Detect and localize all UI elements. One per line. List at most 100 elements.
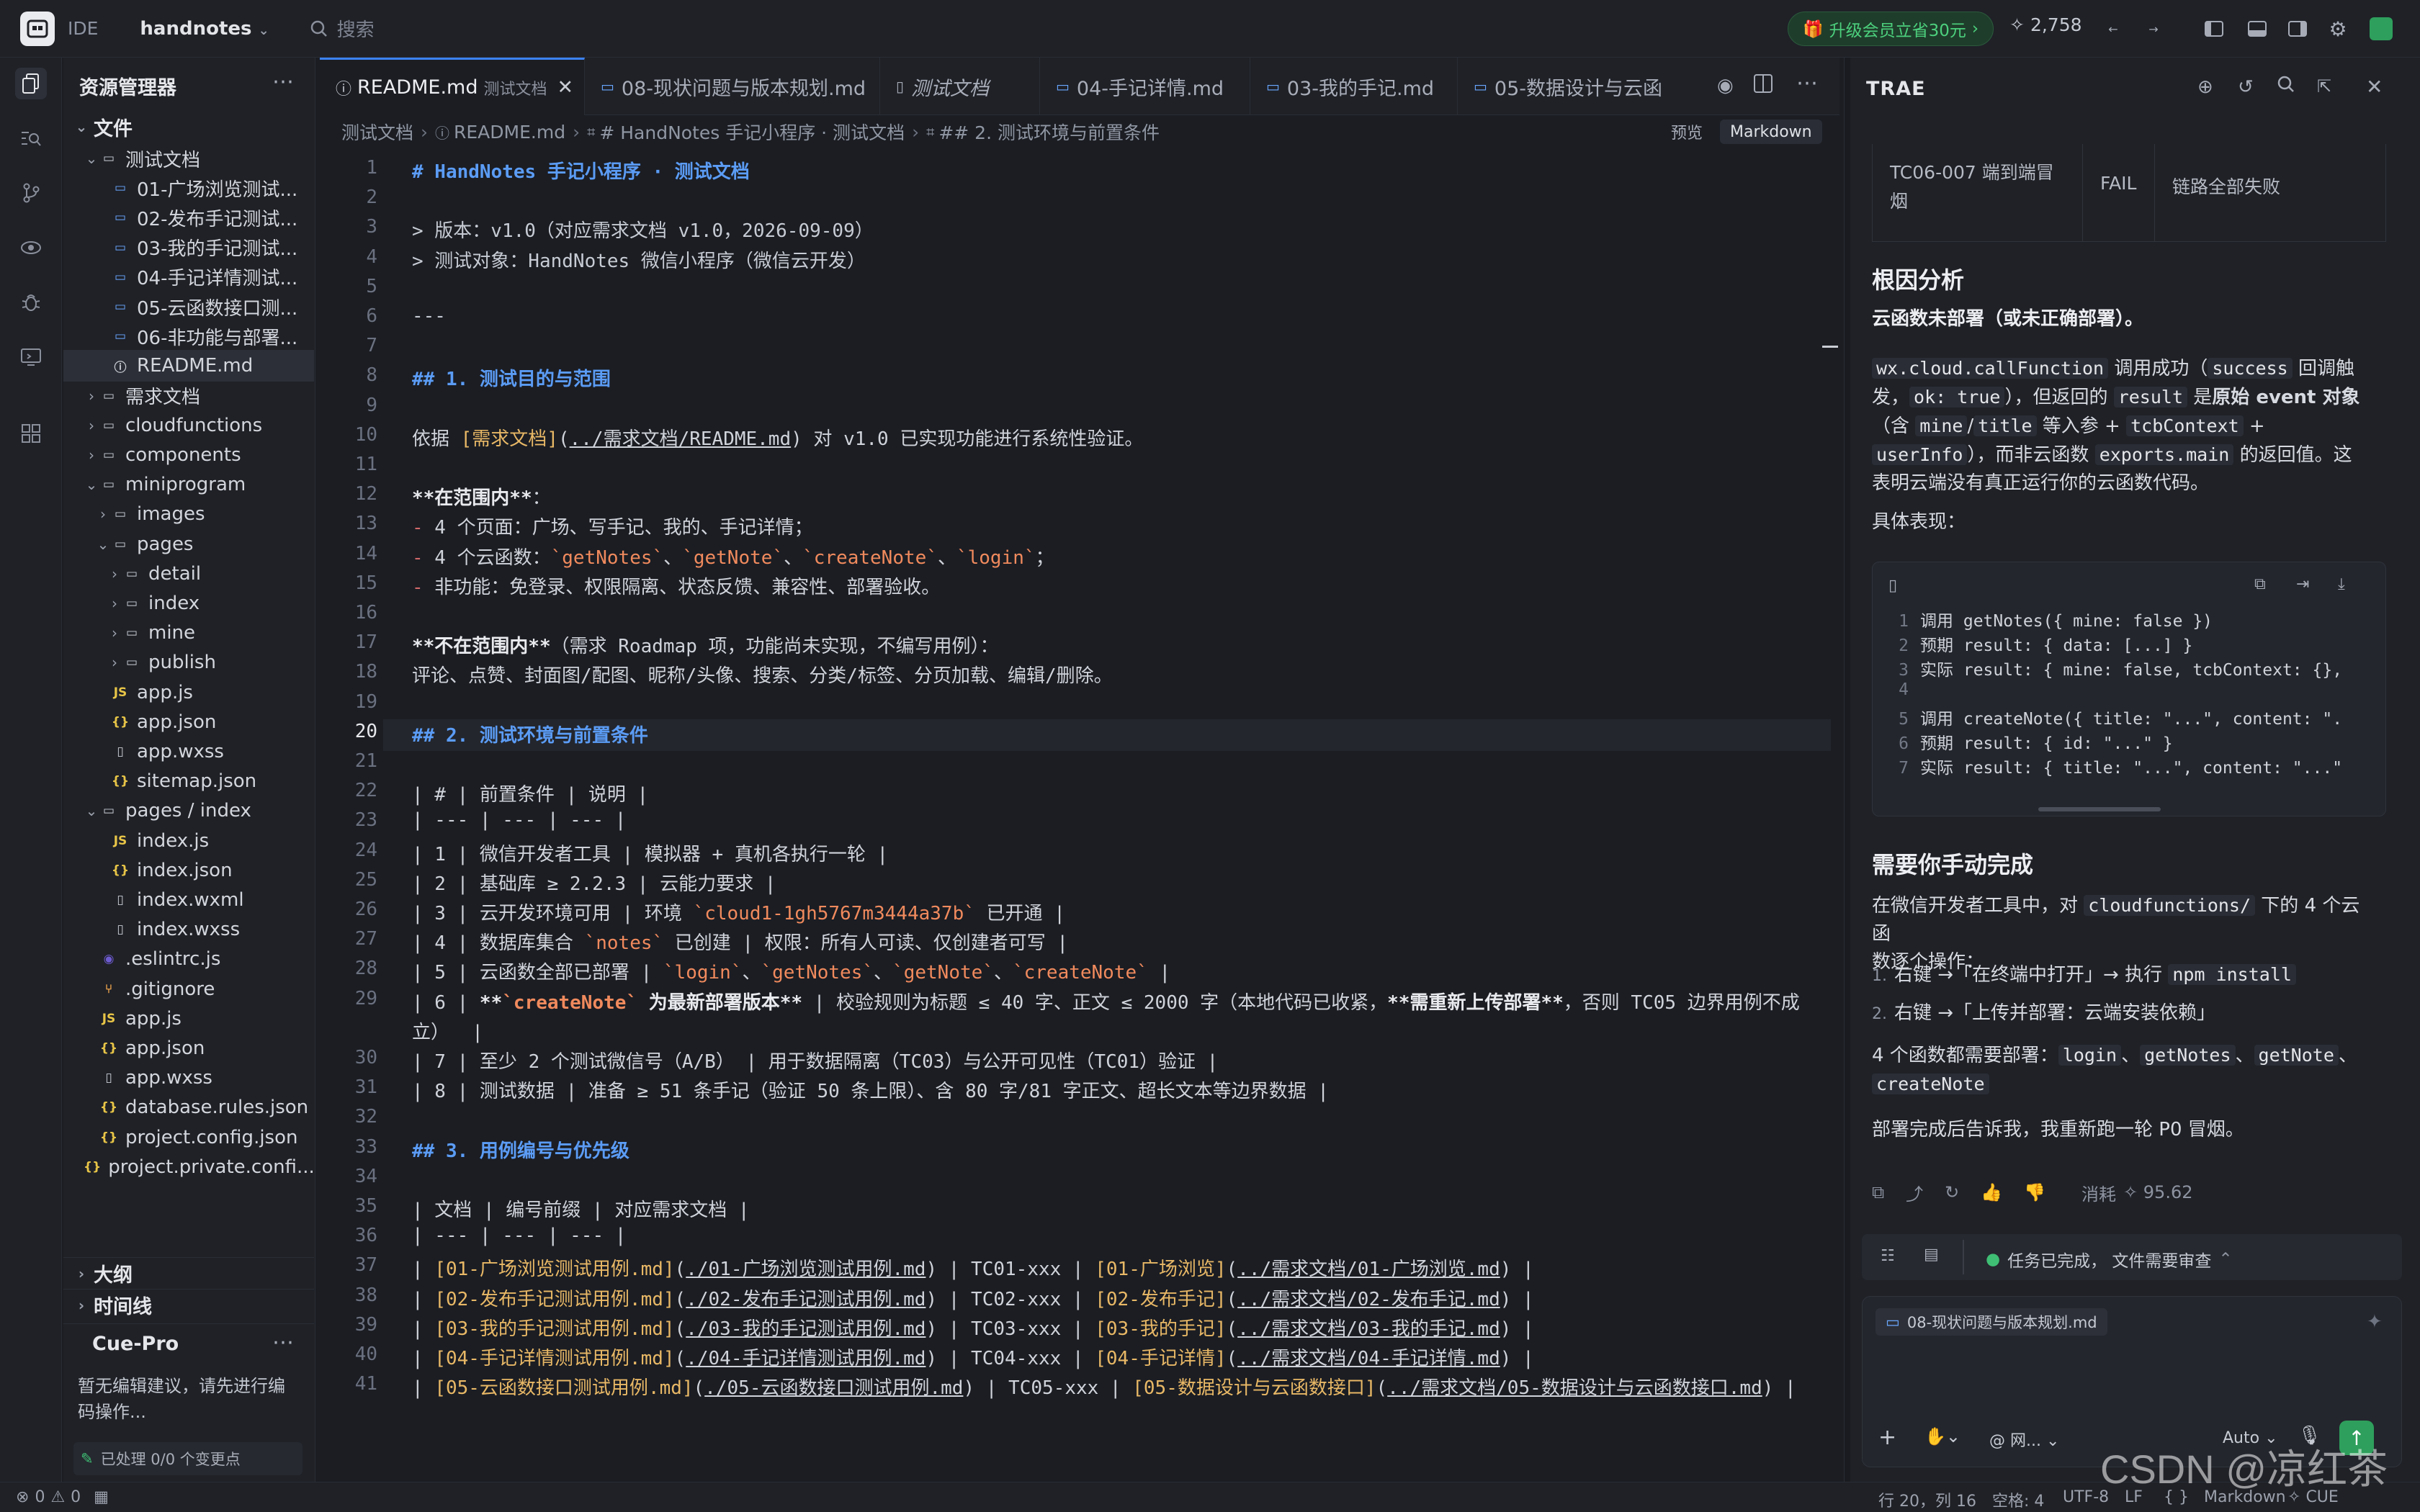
tab-04[interactable]: ▭ 04-手记详情.md	[1040, 58, 1250, 115]
tree-file[interactable]: {} app.json	[63, 1032, 314, 1064]
extensions-icon[interactable]	[15, 418, 47, 449]
upgrade-button[interactable]: 🎁 升级会员立省30元 ›	[1788, 12, 1994, 46]
tree-file[interactable]: ⑂ .gitignore	[63, 973, 314, 1005]
tree-file[interactable]: ▭ 05-云函数接口测...	[63, 291, 314, 323]
tree-folder[interactable]: › ▭ cloudfunctions	[63, 410, 314, 441]
history-icon[interactable]: ↺	[2238, 76, 2254, 98]
tree-file[interactable]: ◉ .eslintrc.js	[63, 943, 314, 975]
tree-folder[interactable]: ⌄ ▭ 测试文档	[63, 143, 314, 174]
indentation[interactable]: 空格: 4	[1992, 1488, 2044, 1511]
language-mode-toggle[interactable]: Markdown	[1720, 120, 1822, 144]
regenerate-icon[interactable]: ↻	[1945, 1182, 1959, 1202]
breadcrumb-item[interactable]: 测试文档	[341, 119, 413, 145]
tree-file[interactable]: {} sitemap.json	[63, 765, 314, 797]
hand-icon[interactable]: ✋⌄	[1924, 1426, 1960, 1446]
new-chat-icon[interactable]: ⊕	[2197, 76, 2213, 98]
breadcrumb-item[interactable]: ## 2. 测试环境与前置条件	[938, 119, 1160, 145]
tree-folder[interactable]: › ▭ components	[63, 439, 314, 471]
preview-toggle[interactable]: 预览	[1661, 120, 1713, 144]
code-editor[interactable]: 1 # HandNotes 手记小程序 · 测试文档 2 3 > 版本：v1.0（对应需…	[320, 151, 1839, 1482]
files-section-header[interactable]: ⌄ 文件	[63, 111, 314, 143]
cursor-position[interactable]: 行 20，列 16	[1878, 1488, 1976, 1511]
tree-file[interactable]: {} project.private.confi...	[63, 1151, 314, 1183]
project-switcher[interactable]: handnotes ⌄	[140, 18, 269, 40]
pop-out-icon[interactable]: ⇱	[2317, 76, 2331, 96]
document-icon[interactable]: ▤	[1924, 1246, 1939, 1264]
tab-08[interactable]: ▭ 08-现状问题与版本规划.md	[585, 58, 880, 115]
panel-divider[interactable]	[1845, 58, 1850, 1482]
tree-file[interactable]: {} index.json	[63, 855, 314, 886]
search-icon[interactable]	[2277, 75, 2295, 94]
more-icon[interactable]: ⋯	[272, 69, 294, 94]
thumbs-up-icon[interactable]: 👍	[1981, 1182, 2002, 1202]
debug-bug-icon[interactable]	[15, 287, 47, 318]
toggle-panel-icon[interactable]	[2244, 16, 2270, 42]
insert-icon[interactable]: ⇥	[2296, 575, 2309, 593]
remote-screen-icon[interactable]	[15, 341, 47, 373]
forward-arrow-icon[interactable]: →	[2141, 16, 2166, 42]
cue-more-icon[interactable]: ⋯	[272, 1330, 294, 1355]
tree-folder[interactable]: › ▭ publish	[63, 647, 314, 678]
breadcrumb-item[interactable]: # HandNotes 手记小程序 · 测试文档	[599, 119, 905, 145]
tree-file[interactable]: ▭ 06-非功能与部署...	[63, 320, 314, 352]
tab-03[interactable]: ▭ 03-我的手记.md	[1250, 58, 1458, 115]
source-control-icon[interactable]	[15, 177, 47, 209]
close-icon[interactable]: ✕	[557, 76, 574, 99]
tree-folder[interactable]: ⌄ ▭ pages	[63, 528, 314, 560]
split-editor-icon[interactable]	[1753, 73, 1773, 94]
tree-file[interactable]: ▯ app.wxss	[63, 736, 314, 768]
tree-file[interactable]: ▯ index.wxss	[63, 914, 314, 945]
tree-file[interactable]: JS index.js	[63, 825, 314, 857]
list-icon[interactable]: ☷	[1881, 1247, 1895, 1265]
global-search[interactable]: 搜索	[310, 15, 375, 42]
outline-section-header[interactable]: › 大纲	[63, 1257, 314, 1289]
tree-file[interactable]: {} database.rules.json	[63, 1092, 314, 1123]
problems-indicator[interactable]: ⊗ 0 ⚠ 0 ▦	[16, 1488, 109, 1506]
app-logo-icon[interactable]	[20, 11, 55, 46]
breadcrumb-item[interactable]: README.md	[454, 122, 565, 143]
toggle-sidebar-icon[interactable]	[2201, 16, 2227, 42]
share-icon[interactable]: ⤴	[1906, 1180, 1923, 1205]
tree-file[interactable]: ▯ index.wxml	[63, 884, 314, 916]
context-attachment-chip[interactable]: ▭ 08-现状问题与版本规划.md	[1876, 1308, 2107, 1336]
tree-folder[interactable]: › ▭ 需求文档	[63, 380, 314, 412]
tree-file[interactable]: ▯ app.wxss	[63, 1062, 314, 1094]
thumbs-down-icon[interactable]: 👎	[2024, 1182, 2045, 1202]
tree-file[interactable]: ⓘ README.md	[63, 350, 314, 382]
horizontal-scrollbar[interactable]	[2038, 807, 2161, 811]
explorer-icon[interactable]	[15, 68, 47, 99]
tree-folder[interactable]: › ▭ images	[63, 498, 314, 530]
avatar[interactable]	[2368, 16, 2394, 42]
tree-file[interactable]: ▭ 02-发布手记测试...	[63, 202, 314, 233]
tree-file[interactable]: {} project.config.json	[63, 1122, 314, 1153]
tree-file[interactable]: {} app.json	[63, 706, 314, 738]
sparkle-icon[interactable]: ✦	[2367, 1311, 2383, 1333]
tab-05[interactable]: ▭ 05-数据设计与云函	[1458, 58, 1687, 115]
web-context-button[interactable]: @ 网... ⌄	[1989, 1428, 2059, 1451]
credits-indicator[interactable]: ✧ 2,758	[2009, 14, 2082, 35]
tree-folder[interactable]: › ▭ index	[63, 588, 314, 619]
tree-file[interactable]: JS app.js	[63, 1003, 314, 1035]
toggle-aux-bar-icon[interactable]	[2285, 16, 2311, 42]
copy-icon[interactable]: ⧉	[2254, 575, 2266, 593]
preview-eye-icon[interactable]: ◉	[1717, 75, 1734, 96]
more-actions-icon[interactable]: ⋯	[1796, 71, 1818, 96]
task-status[interactable]: ● 任务已完成， 文件需要审查 ⌃	[1986, 1247, 2233, 1272]
add-icon[interactable]: +	[1878, 1425, 1896, 1450]
apply-icon[interactable]: ⤓	[2338, 575, 2345, 593]
tree-folder[interactable]: ⌄ ▭ pages / index	[63, 795, 314, 827]
tree-file[interactable]: ▭ 03-我的手记测试...	[63, 232, 314, 264]
back-arrow-icon[interactable]: ←	[2100, 16, 2126, 42]
tree-folder[interactable]: › ▭ detail	[63, 558, 314, 590]
timeline-section-header[interactable]: › 时间线	[63, 1289, 314, 1320]
tree-file[interactable]: ▭ 04-手记详情测试...	[63, 261, 314, 293]
preview-eye-icon[interactable]	[15, 232, 47, 264]
search-replace-icon[interactable]	[15, 122, 47, 154]
close-icon[interactable]: ✕	[2366, 75, 2383, 99]
tree-file[interactable]: JS app.js	[63, 677, 314, 708]
tree-folder[interactable]: ⌄ ▭ miniprogram	[63, 469, 314, 500]
tab-readme[interactable]: ⓘ README.md 测试文档 ✕	[320, 58, 585, 115]
copy-icon[interactable]: ⧉	[1872, 1182, 1884, 1202]
tree-folder[interactable]: › ▭ mine	[63, 617, 314, 649]
settings-gear-icon[interactable]: ⚙	[2325, 16, 2351, 42]
